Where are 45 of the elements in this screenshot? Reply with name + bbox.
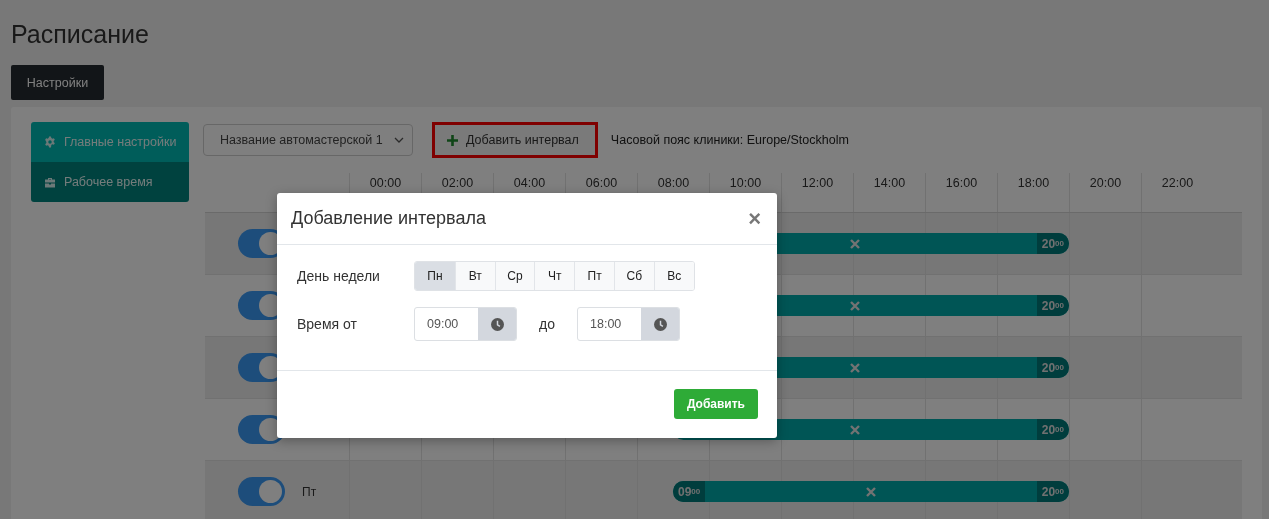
end-time: 20$^{00}$: [1036, 233, 1069, 254]
field-label: День недели: [297, 268, 381, 284]
field-label: до: [538, 316, 556, 332]
toggle-switch[interactable]: [238, 477, 285, 506]
weekday-button[interactable]: Пт: [574, 262, 614, 290]
end-time: 20$^{00}$: [1036, 295, 1069, 316]
close-icon[interactable]: [849, 300, 860, 311]
timezone-text: Часовой пояс клиники: Europe/Stockholm: [610, 133, 849, 147]
interval-bar[interactable]: 09$^{00}$ 20$^{00}$: [673, 481, 1069, 502]
close-icon[interactable]: [866, 486, 876, 497]
weekday-button[interactable]: Вс: [653, 262, 694, 290]
time-input[interactable]: 09:00: [414, 307, 517, 341]
add-button[interactable]: Добавить: [673, 389, 758, 419]
close-icon[interactable]: [849, 362, 860, 373]
end-time: 20$^{00}$: [1036, 419, 1069, 440]
start-time: 09$^{00}$: [673, 481, 706, 502]
day-label: Пт: [302, 484, 317, 499]
weekday-button[interactable]: Ср: [494, 262, 535, 290]
plus-icon: [447, 134, 458, 146]
sidebar-item[interactable]: Рабочее время: [31, 162, 189, 202]
time-input[interactable]: 18:00: [577, 307, 680, 341]
page-title: Расписание: [11, 19, 150, 50]
briefcase-icon: [44, 176, 56, 188]
gear-icon: [44, 136, 56, 148]
hour-label: 20:00: [1069, 173, 1141, 212]
hour-label: 12:00: [781, 173, 853, 212]
hour-label: 14:00: [853, 173, 925, 212]
weekday-button[interactable]: Чт: [534, 262, 575, 290]
field-label: Время от: [297, 316, 358, 332]
hour-label: 22:00: [1141, 173, 1213, 212]
end-time: 20$^{00}$: [1036, 357, 1069, 378]
clock-icon: [653, 317, 667, 331]
settings-button[interactable]: Настройки: [11, 65, 104, 100]
location-select[interactable]: Название автомастерской 1: [203, 124, 413, 156]
weekday-button[interactable]: Пн: [415, 262, 455, 290]
clock-icon: [490, 317, 504, 331]
hour-label: 18:00: [997, 173, 1069, 212]
weekday-button[interactable]: Сб: [614, 262, 654, 290]
add-interval-button[interactable]: Добавить интервал: [432, 122, 598, 158]
end-time: 20$^{00}$: [1036, 481, 1069, 502]
hour-label: 16:00: [925, 173, 997, 212]
weekday-button[interactable]: Вт: [454, 262, 495, 290]
chevron-down-icon: [394, 137, 404, 143]
close-icon[interactable]: [849, 424, 860, 435]
close-icon[interactable]: [849, 238, 860, 249]
